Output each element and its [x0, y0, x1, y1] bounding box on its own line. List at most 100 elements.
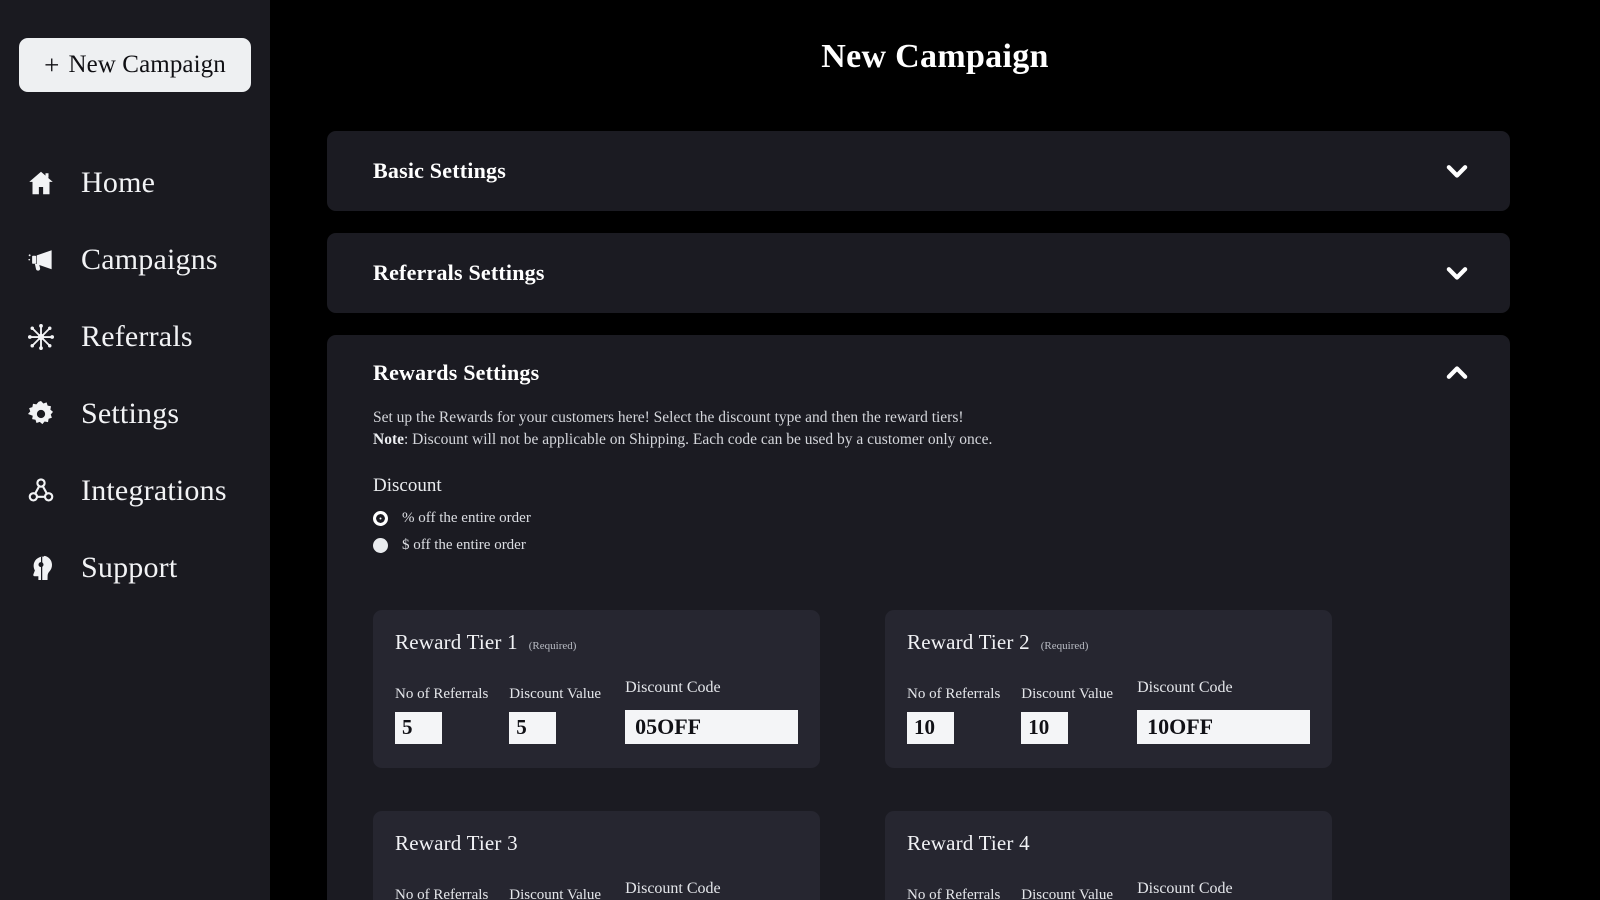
sidebar-item-label: Referrals — [81, 319, 193, 353]
rewards-note-label: Note — [373, 431, 404, 449]
field-label: Discount Value — [1021, 685, 1114, 702]
field-label: Discount Code — [625, 678, 721, 696]
discount-option-dollar[interactable]: $ off the entire order — [373, 537, 1464, 554]
field-label: Discount Value — [509, 886, 602, 900]
sidebar-nav: Home Campaigns Referrals Settings Integr… — [0, 144, 270, 606]
chevron-down-icon[interactable] — [1440, 256, 1474, 290]
reward-tier-header: Reward Tier 3 — [395, 831, 798, 856]
field-label: No of Referrals — [907, 886, 1001, 900]
sidebar-item-home[interactable]: Home — [0, 144, 270, 221]
plus-icon: + — [44, 49, 60, 80]
field-label: Discount Value — [1021, 886, 1114, 900]
rewards-description-line1: Set up the Rewards for your customers he… — [373, 409, 964, 426]
field-no-of-referrals: No of Referrals — [395, 887, 488, 900]
reward-tier-fields: No of Referrals Discount Value Discount … — [395, 679, 798, 744]
field-no-of-referrals: No of Referrals — [907, 887, 1000, 900]
megaphone-icon — [26, 245, 68, 275]
field-label: Discount Value — [509, 685, 602, 702]
page-title: New Campaign — [821, 38, 1049, 75]
discount-option-label: $ off the entire order — [402, 536, 526, 553]
field-discount-code: Discount Code — [1137, 880, 1310, 900]
home-icon — [26, 168, 68, 198]
field-discount-value: Discount Value — [509, 686, 601, 744]
panel-referrals-settings-header[interactable]: Referrals Settings — [327, 233, 1510, 313]
sidebar-item-label: Support — [81, 550, 178, 584]
reward-tier-fields: No of Referrals Discount Value Discount … — [907, 679, 1310, 744]
field-discount-code: Discount Code — [1137, 679, 1310, 744]
sidebar-item-label: Home — [81, 165, 156, 199]
reward-tier-fields: No of Referrals Discount Value Discount … — [395, 880, 798, 900]
sidebar: + New Campaign Home Campaigns Referrals … — [0, 0, 270, 900]
reward-tier-name: Reward Tier 4 — [907, 830, 1030, 855]
field-label: No of Referrals — [395, 886, 489, 900]
network-share-icon — [26, 322, 68, 352]
integrations-icon — [26, 476, 68, 506]
reward-tier-fields: No of Referrals Discount Value Discount … — [907, 880, 1310, 900]
main-content: New Campaign Basic Settings Referrals Se… — [270, 0, 1600, 900]
rewards-description-line2: : Discount will not be applicable on Shi… — [404, 431, 993, 449]
panel-rewards-settings-body: Set up the Rewards for your customers he… — [327, 407, 1510, 900]
field-discount-value: Discount Value — [509, 887, 601, 900]
panel-rewards-settings: Rewards Settings Set up the Rewards for … — [327, 335, 1510, 900]
reward-tier-card: Reward Tier 4 No of Referrals Discount V… — [885, 810, 1332, 900]
app-root: + New Campaign Home Campaigns Referrals … — [0, 0, 1600, 900]
panel-rewards-settings-header[interactable]: Rewards Settings — [327, 335, 1510, 411]
field-no-of-referrals: No of Referrals — [907, 686, 1000, 744]
chevron-up-icon[interactable] — [1440, 356, 1474, 390]
panel-title: Referrals Settings — [373, 260, 545, 285]
sidebar-item-label: Integrations — [81, 473, 227, 507]
sidebar-item-support[interactable]: Support — [0, 529, 270, 606]
reward-tier-name: Reward Tier 3 — [395, 830, 518, 855]
new-campaign-button-label: New Campaign — [68, 51, 226, 78]
field-label: Discount Code — [1137, 678, 1233, 696]
field-label: No of Referrals — [395, 685, 489, 702]
required-badge: (Required) — [528, 639, 577, 652]
panel-title: Rewards Settings — [373, 360, 540, 385]
sidebar-item-integrations[interactable]: Integrations — [0, 452, 270, 529]
reward-tier-name: Reward Tier 2 — [907, 629, 1030, 654]
field-no-of-referrals: No of Referrals — [395, 686, 488, 744]
field-discount-code: Discount Code — [625, 679, 798, 744]
field-discount-value: Discount Value — [1021, 887, 1113, 900]
discount-option-label: % off the entire order — [402, 509, 531, 526]
reward-tier-card: Reward Tier 2 (Required) No of Referrals… — [885, 609, 1332, 768]
field-label: Discount Code — [625, 879, 721, 897]
settings-accordion: Basic Settings Referrals Settings Reward… — [270, 131, 1600, 900]
reward-tier-header: Reward Tier 2 (Required) — [907, 630, 1310, 655]
rewards-description: Set up the Rewards for your customers he… — [373, 407, 1464, 452]
field-label: Discount Code — [1137, 879, 1233, 897]
panel-basic-settings: Basic Settings — [327, 131, 1510, 211]
required-badge: (Required) — [1040, 639, 1089, 652]
sidebar-item-label: Settings — [81, 396, 180, 430]
reward-tiers-grid: Reward Tier 1 (Required) No of Referrals… — [373, 609, 1464, 900]
no-of-referrals-input[interactable] — [395, 711, 442, 744]
field-discount-code: Discount Code — [625, 880, 798, 900]
panel-referrals-settings: Referrals Settings — [327, 233, 1510, 313]
discount-value-input[interactable] — [1021, 711, 1069, 744]
gear-icon — [26, 399, 68, 429]
radio-dollar-indicator[interactable] — [373, 537, 388, 553]
field-discount-value: Discount Value — [1021, 686, 1113, 744]
sidebar-item-settings[interactable]: Settings — [0, 375, 270, 452]
reward-tier-card: Reward Tier 1 (Required) No of Referrals… — [373, 609, 820, 768]
sidebar-item-label: Campaigns — [81, 242, 218, 276]
discount-section-label: Discount — [373, 474, 442, 496]
discount-value-input[interactable] — [509, 711, 557, 744]
chevron-down-icon[interactable] — [1440, 154, 1474, 188]
sidebar-item-campaigns[interactable]: Campaigns — [0, 221, 270, 298]
panel-basic-settings-header[interactable]: Basic Settings — [327, 131, 1510, 211]
reward-tier-header: Reward Tier 1 (Required) — [395, 630, 798, 655]
panel-title: Basic Settings — [373, 158, 506, 183]
new-campaign-button[interactable]: + New Campaign — [19, 38, 251, 92]
discount-code-input[interactable] — [1137, 709, 1310, 744]
radio-percent-indicator[interactable] — [373, 510, 388, 526]
no-of-referrals-input[interactable] — [907, 711, 954, 744]
reward-tier-card: Reward Tier 3 No of Referrals Discount V… — [373, 810, 820, 900]
discount-code-input[interactable] — [625, 709, 798, 744]
sidebar-item-referrals[interactable]: Referrals — [0, 298, 270, 375]
discount-option-percent[interactable]: % off the entire order — [373, 510, 1464, 527]
field-label: No of Referrals — [907, 685, 1001, 702]
reward-tier-name: Reward Tier 1 — [395, 629, 518, 654]
reward-tier-header: Reward Tier 4 — [907, 831, 1310, 856]
support-headset-icon — [26, 553, 68, 583]
